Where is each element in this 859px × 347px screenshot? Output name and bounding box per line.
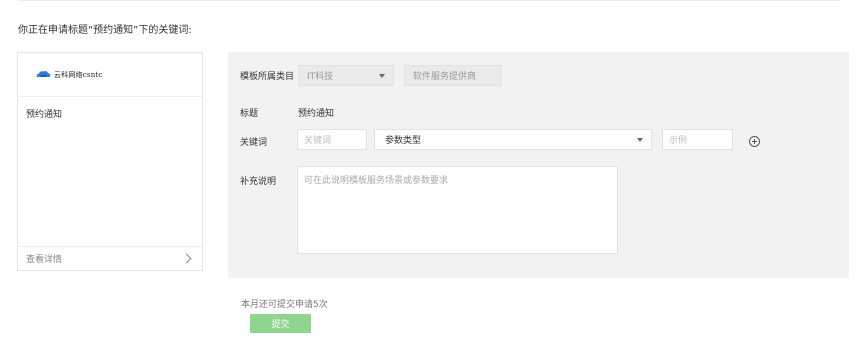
template-card: 云科网络csntc 预约通知 查看详情	[17, 52, 203, 271]
view-details-link[interactable]: 查看详情	[18, 246, 202, 270]
chevron-down-icon	[379, 74, 385, 78]
supplement-label: 补充说明	[240, 177, 277, 187]
top-divider	[18, 0, 841, 1]
keyword-placeholder: 关键词	[304, 136, 332, 146]
param-type-select[interactable]: 参数类型	[374, 129, 652, 150]
form-panel: 模板所属类目 IT科技 软件服务提供商 标题 预约通知 关键词 关键词 参数类型…	[228, 52, 849, 278]
chevron-down-icon	[637, 138, 643, 142]
view-details-label: 查看详情	[26, 255, 63, 265]
param-type-value: 参数类型	[385, 136, 422, 146]
quota-text: 本月还可提交申请5次	[241, 300, 328, 310]
template-name: 预约通知	[26, 110, 63, 120]
category-secondary-select[interactable]: 软件服务提供商	[404, 65, 502, 86]
chevron-right-icon	[181, 253, 192, 264]
page-heading: 你正在申请标题“预约通知”下的关键词:	[18, 25, 192, 36]
supplement-placeholder: 可在此说明模板服务场景或参数要求	[304, 176, 449, 186]
category-label: 模板所属类目	[240, 72, 295, 82]
cloud-logo-icon	[36, 71, 51, 77]
category-primary-select[interactable]: IT科技	[298, 65, 394, 86]
add-keyword-icon[interactable]	[749, 136, 760, 147]
logo-text: 云科网络csntc	[54, 70, 103, 79]
title-label: 标题	[240, 109, 259, 119]
supplement-textarea[interactable]: 可在此说明模板服务场景或参数要求	[297, 166, 618, 254]
keyword-label: 关键词	[240, 138, 268, 148]
example-input[interactable]: 示例	[662, 129, 733, 150]
category-secondary-value: 软件服务提供商	[413, 72, 477, 82]
card-logo-area: 云科网络csntc	[18, 53, 202, 97]
keyword-input[interactable]: 关键词	[297, 129, 367, 150]
example-placeholder: 示例	[669, 136, 688, 146]
submit-button[interactable]: 提交	[250, 314, 311, 333]
title-value: 预约通知	[298, 109, 335, 119]
category-primary-value: IT科技	[307, 72, 334, 82]
